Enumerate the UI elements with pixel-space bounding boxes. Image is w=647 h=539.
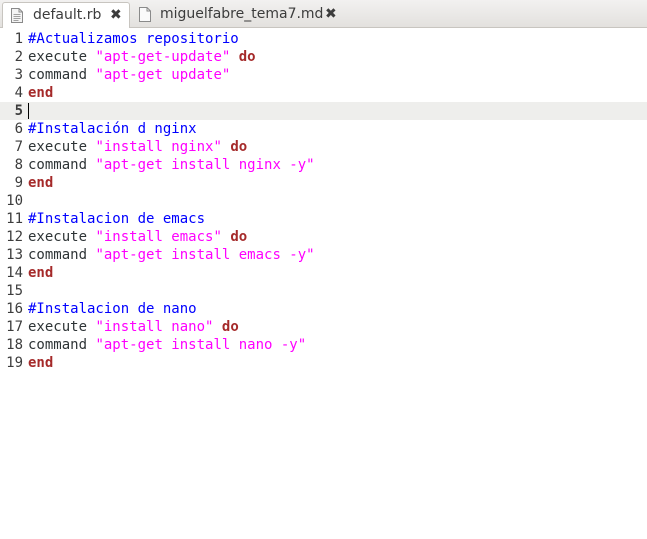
tab-label: miguelfabre_tema7.md: [160, 6, 324, 22]
line-number: 17: [6, 319, 23, 335]
code-text: command "apt-get install nginx -y": [28, 156, 315, 174]
token-plain: execute: [28, 229, 96, 245]
line-number: 15: [6, 283, 23, 299]
code-text: end: [28, 264, 53, 282]
token-comment: #Instalacion de emacs: [28, 211, 206, 227]
code-line[interactable]: 15: [0, 282, 647, 300]
code-line[interactable]: 12 execute "install emacs" do: [0, 228, 647, 246]
code-line[interactable]: 14 end: [0, 264, 647, 282]
line-number: 12: [6, 229, 23, 245]
token-keyword: end: [28, 355, 54, 371]
line-number: 13: [6, 247, 23, 263]
token-keyword: do: [230, 139, 248, 155]
line-number: 1: [14, 31, 23, 47]
token-string: "apt-get install nano -y": [95, 337, 307, 353]
tab-default-rb[interactable]: default.rb ✖: [2, 2, 130, 29]
token-string: "install nginx": [95, 139, 222, 155]
line-number: 14: [6, 265, 23, 281]
tab-label: default.rb: [33, 7, 102, 23]
token-keyword: do: [238, 49, 256, 65]
code-text: #Instalación d nginx: [28, 120, 197, 138]
code-text: execute "apt-get-update" do: [28, 48, 256, 66]
code-text: execute "install emacs" do: [28, 228, 247, 246]
line-number: 6: [14, 121, 23, 137]
line-number: 16: [6, 301, 23, 317]
token-keyword: end: [28, 265, 54, 281]
close-icon[interactable]: ✖: [110, 7, 122, 23]
line-number: 19: [6, 355, 23, 371]
token-string: "install emacs": [95, 229, 222, 245]
code-text: end: [28, 174, 53, 192]
code-line[interactable]: 8 command "apt-get install nginx -y": [0, 156, 647, 174]
token-plain: command: [28, 247, 96, 263]
code-line[interactable]: 4 end: [0, 84, 647, 102]
code-line[interactable]: 2 execute "apt-get-update" do: [0, 48, 647, 66]
tab-miguelfabre-tema7-md[interactable]: miguelfabre_tema7.md ✖: [131, 2, 343, 28]
token-keyword: end: [28, 85, 54, 101]
code-line[interactable]: 13 command "apt-get install emacs -y": [0, 246, 647, 264]
token-plain: command: [28, 157, 96, 173]
line-number: 8: [14, 157, 23, 173]
line-number: 2: [14, 49, 23, 65]
file-icon: [139, 7, 151, 22]
code-text: #Instalacion de nano: [28, 300, 197, 318]
line-number: 10: [6, 193, 23, 209]
code-line[interactable]: 6 #Instalación d nginx: [0, 120, 647, 138]
code-line[interactable]: 10: [0, 192, 647, 210]
code-text: end: [28, 354, 53, 372]
token-string: "apt-get update": [95, 67, 231, 83]
code-line[interactable]: 3 command "apt-get update": [0, 66, 647, 84]
code-line[interactable]: 19 end: [0, 354, 647, 372]
line-number: 7: [14, 139, 23, 155]
tab-bar: default.rb ✖ miguelfabre_tema7.md ✖: [0, 0, 647, 29]
code-text: command "apt-get update": [28, 66, 230, 84]
token-keyword: do: [221, 319, 239, 335]
token-string: "apt-get install emacs -y": [95, 247, 315, 263]
code-text: end: [28, 84, 53, 102]
token-comment: #Instalación d nginx: [28, 121, 197, 137]
code-editor[interactable]: 1 #Actualizamos repositorio 2 execute "apt-…: [0, 28, 647, 539]
line-number: 9: [14, 175, 23, 191]
code-text: command "apt-get install nano -y": [28, 336, 306, 354]
token-plain: execute: [28, 49, 96, 65]
token-string: "apt-get-update": [95, 49, 231, 65]
line-number: 18: [6, 337, 23, 353]
close-icon[interactable]: ✖: [325, 6, 337, 22]
line-number: 4: [14, 85, 23, 101]
token-comment: #Actualizamos repositorio: [28, 31, 239, 47]
text-cursor: [28, 103, 29, 119]
token-plain: execute: [28, 319, 96, 335]
token-string: "apt-get install nginx -y": [95, 157, 315, 173]
file-icon: [11, 8, 23, 23]
code-line[interactable]: 9 end: [0, 174, 647, 192]
line-number: 5: [14, 103, 23, 119]
token-keyword: end: [28, 175, 54, 191]
token-string: "install nano": [95, 319, 214, 335]
code-text: #Actualizamos repositorio: [28, 30, 239, 48]
code-line[interactable]: 17 execute "install nano" do: [0, 318, 647, 336]
code-line[interactable]: 1 #Actualizamos repositorio: [0, 30, 647, 48]
code-text: execute "install nano" do: [28, 318, 239, 336]
token-keyword: do: [230, 229, 248, 245]
line-number: 3: [14, 67, 23, 83]
code-text: execute "install nginx" do: [28, 138, 247, 156]
code-text: command "apt-get install emacs -y": [28, 246, 315, 264]
code-line[interactable]: 18 command "apt-get install nano -y": [0, 336, 647, 354]
code-line[interactable]: 5: [0, 102, 647, 120]
editor-window: default.rb ✖ miguelfabre_tema7.md ✖ 1 #Ac…: [0, 0, 647, 539]
token-comment: #Instalacion de nano: [28, 301, 197, 317]
token-plain: execute: [28, 139, 96, 155]
code-line[interactable]: 11 #Instalacion de emacs: [0, 210, 647, 228]
token-plain: command: [28, 67, 96, 83]
code-line[interactable]: 16 #Instalacion de nano: [0, 300, 647, 318]
code-text: #Instalacion de emacs: [28, 210, 205, 228]
code-line[interactable]: 7 execute "install nginx" do: [0, 138, 647, 156]
line-number: 11: [6, 211, 23, 227]
token-plain: command: [28, 337, 96, 353]
